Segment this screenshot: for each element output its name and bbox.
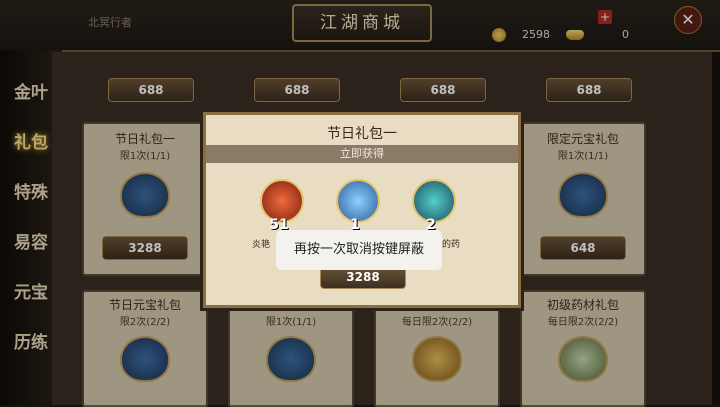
- toast-message: 再按一次取消按键屏蔽: [276, 230, 442, 270]
- popup-subtitle: 立即获得: [206, 145, 518, 163]
- popup-title: 节日礼包一: [327, 126, 397, 142]
- reward-name: 的药: [442, 240, 461, 250]
- reward-name: 炎艳: [252, 240, 271, 250]
- gift-pack-popup: 节日礼包一 立即获得 51 炎艳 1 2 的药 3288: [203, 112, 521, 308]
